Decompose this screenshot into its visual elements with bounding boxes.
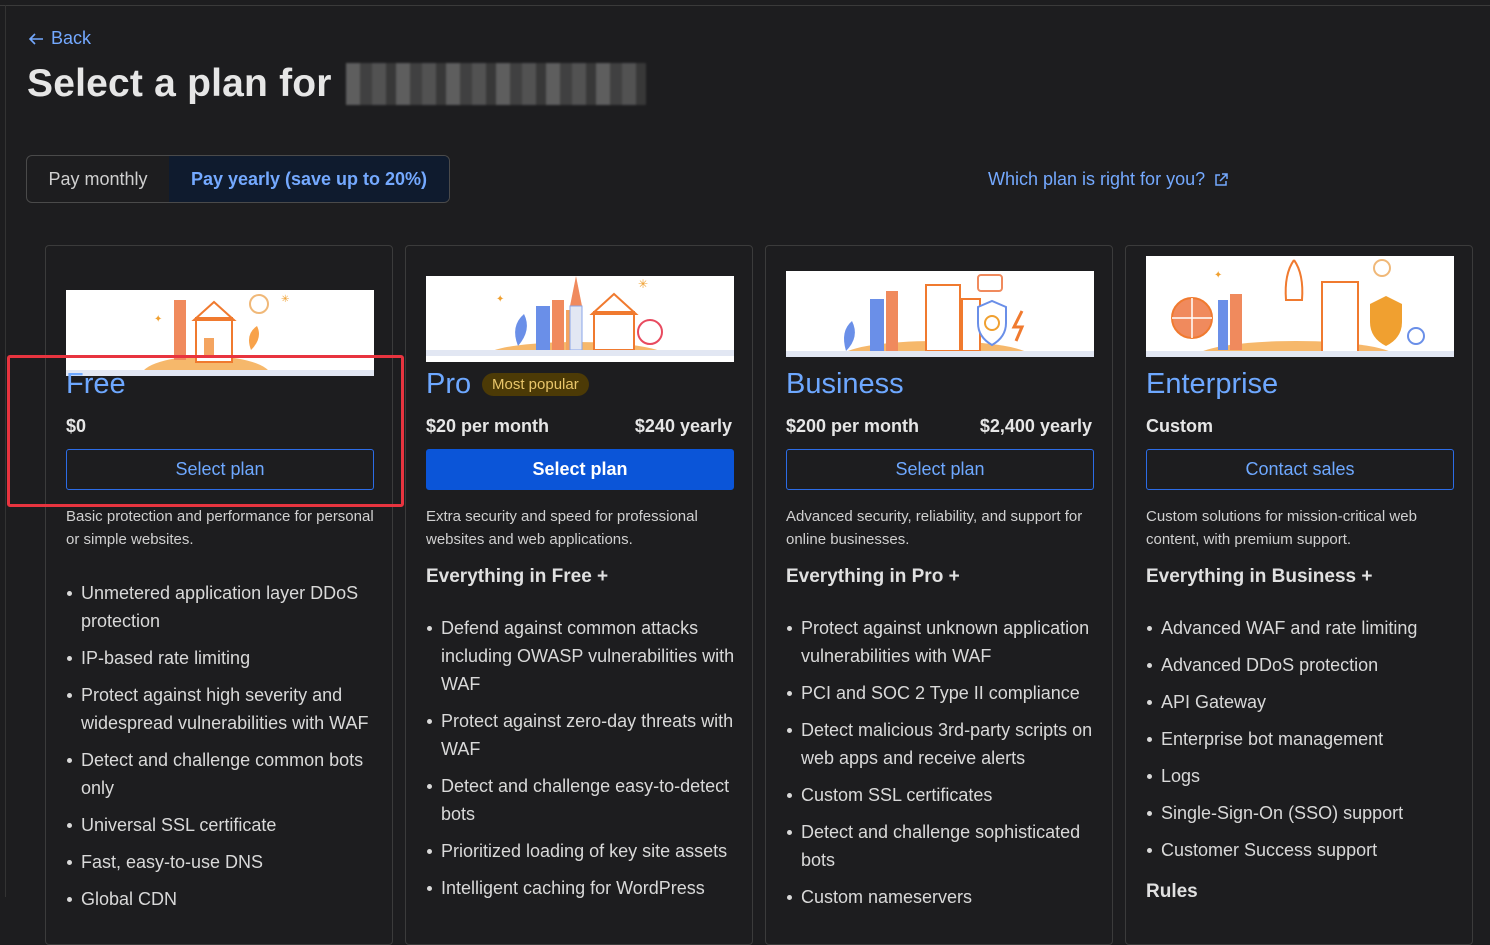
- svg-text:✦: ✦: [154, 314, 162, 325]
- feature-item: Protect against high severity and widesp…: [67, 681, 393, 737]
- plan-description: Extra security and speed for professiona…: [426, 508, 698, 548]
- feature-item: Universal SSL certificate: [67, 811, 393, 839]
- feature-item: Detect and challenge sophisticated bots: [787, 818, 1113, 874]
- feature-item: Detect malicious 3rd-party scripts on we…: [787, 716, 1113, 772]
- feature-item: Custom nameservers: [787, 883, 1113, 911]
- everything-in-label: Everything in Business +: [1146, 566, 1373, 587]
- plan-price-yearly: $240 yearly: [634, 416, 732, 436]
- select-plan-button[interactable]: Select plan: [66, 449, 374, 490]
- redacted-domain: [345, 63, 646, 105]
- plan-card-enterprise: ✦ Enterprise Custom Contact sales Custom…: [1125, 245, 1473, 945]
- svg-text:✦: ✦: [496, 294, 504, 305]
- plan-name: Enterprise: [1146, 368, 1279, 400]
- plan-name: Free: [66, 368, 126, 400]
- plan-description: Basic protection and performance for per…: [66, 508, 374, 548]
- feature-item: Custom SSL certificates: [787, 781, 1113, 809]
- pro-illustration: ✦ ✳: [426, 276, 734, 362]
- page-title: Select a plan for: [27, 62, 646, 106]
- feature-item: Advanced WAF and rate limiting: [1147, 614, 1473, 642]
- rules-heading: Rules: [1146, 881, 1198, 902]
- plan-description: Advanced security, reliability, and supp…: [786, 508, 1083, 548]
- external-link-icon: [1215, 172, 1228, 186]
- plan-card-business: Business $200 per month $2,400 yearly Se…: [765, 245, 1113, 945]
- svg-text:✦: ✦: [1214, 270, 1222, 281]
- feature-item: Prioritized loading of key site assets: [427, 837, 753, 865]
- plan-price: $0: [66, 416, 87, 436]
- svg-text:✳: ✳: [281, 294, 289, 305]
- feature-item: Detect and challenge easy-to-detect bots: [427, 772, 753, 828]
- feature-item: Global CDN: [67, 885, 393, 913]
- feature-item: Protect against zero-day threats with WA…: [427, 707, 753, 763]
- plan-description: Custom solutions for mission-critical we…: [1146, 508, 1417, 548]
- feature-item: PCI and SOC 2 Type II compliance: [787, 679, 1113, 707]
- plan-name: Business: [786, 368, 904, 400]
- window-top-border: [0, 5, 1490, 6]
- feature-list: Advanced WAF and rate limiting Advanced …: [1146, 614, 1473, 873]
- contact-sales-button[interactable]: Contact sales: [1146, 449, 1454, 490]
- enterprise-illustration: ✦: [1146, 256, 1454, 357]
- feature-item: API Gateway: [1147, 688, 1473, 716]
- feature-item: Intelligent caching for WordPress: [427, 874, 753, 902]
- feature-item: IP-based rate limiting: [67, 644, 393, 672]
- window-left-border: [5, 5, 6, 897]
- plan-price: Custom: [1146, 416, 1213, 436]
- business-illustration: [786, 271, 1094, 357]
- which-plan-label: Which plan is right for you?: [988, 169, 1206, 189]
- feature-list: Defend against common attacks including …: [426, 614, 753, 911]
- pay-yearly-option[interactable]: Pay yearly (save up to 20%): [169, 156, 449, 202]
- back-label: Back: [51, 28, 92, 48]
- pay-monthly-option[interactable]: Pay monthly: [27, 156, 169, 202]
- feature-item: Detect and challenge common bots only: [67, 746, 393, 802]
- plan-card-pro: ✦ ✳ Pro Most popular $20 per month $240 …: [405, 245, 753, 945]
- plan-price-yearly: $2,400 yearly: [979, 416, 1092, 436]
- back-link[interactable]: Back: [27, 28, 91, 49]
- feature-item: Unmetered application layer DDoS protect…: [67, 579, 393, 635]
- arrow-left-icon: [28, 32, 43, 45]
- feature-list: Unmetered application layer DDoS protect…: [66, 579, 393, 922]
- plan-card-free: ✳ ✦ Free $0 Select plan Basic protection…: [45, 245, 393, 945]
- plan-price: $200 per month: [786, 416, 920, 436]
- feature-item: Customer Success support: [1147, 836, 1473, 864]
- select-plan-button[interactable]: Select plan: [426, 449, 734, 490]
- plan-name: Pro: [426, 368, 472, 400]
- select-plan-button[interactable]: Select plan: [786, 449, 1094, 490]
- billing-toggle: Pay monthly Pay yearly (save up to 20%): [26, 155, 450, 203]
- feature-item: Single-Sign-On (SSO) support: [1147, 799, 1473, 827]
- feature-item: Logs: [1147, 762, 1473, 790]
- feature-item: Enterprise bot management: [1147, 725, 1473, 753]
- everything-in-label: Everything in Pro +: [786, 566, 960, 587]
- everything-in-label: Everything in Free +: [426, 566, 609, 587]
- most-popular-badge: Most popular: [482, 373, 589, 396]
- which-plan-link[interactable]: Which plan is right for you?: [988, 169, 1229, 190]
- plan-price: $20 per month: [426, 416, 550, 436]
- feature-item: Fast, easy-to-use DNS: [67, 848, 393, 876]
- feature-item: Protect against unknown application vuln…: [787, 614, 1113, 670]
- svg-text:✳: ✳: [638, 277, 648, 291]
- feature-list: Protect against unknown application vuln…: [786, 614, 1113, 920]
- feature-item: Advanced DDoS protection: [1147, 651, 1473, 679]
- page-title-text: Select a plan for: [27, 62, 332, 105]
- feature-item: Defend against common attacks including …: [427, 614, 753, 698]
- free-illustration: ✳ ✦: [66, 290, 374, 376]
